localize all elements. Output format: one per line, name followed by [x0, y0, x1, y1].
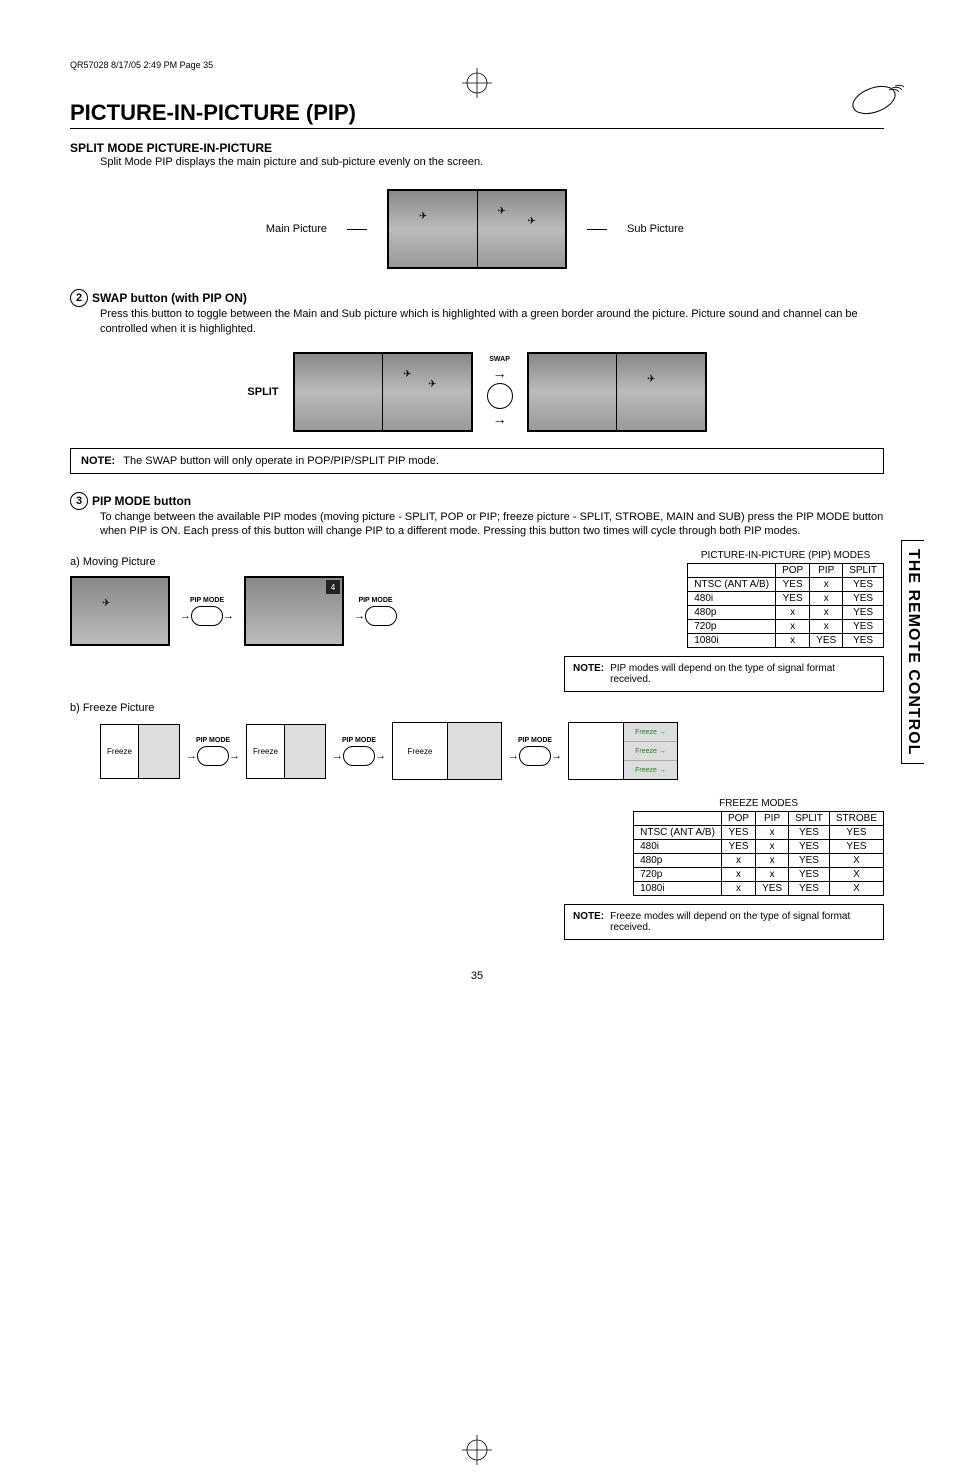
swap-before-box: ✈✈ [293, 352, 473, 432]
swap-after-box: ✈ [527, 352, 707, 432]
swap-heading: 2 SWAP button (with PIP ON) [70, 289, 884, 307]
split-mode-heading: SPLIT MODE PICTURE-IN-PICTURE [70, 141, 884, 155]
freeze-picture-label: b) Freeze Picture [70, 702, 884, 714]
corner-badge: 4 [326, 580, 340, 594]
pip-modes-table: PICTURE-IN-PICTURE (PIP) MODES POPPIPSPL… [687, 550, 884, 648]
page-title: PICTURE-IN-PICTURE (PIP) [70, 100, 884, 129]
pipmode-desc: To change between the available PIP mode… [100, 510, 884, 539]
freeze-illustration: Freeze PIP MODE→→ Freeze PIP MODE→→ Free… [100, 722, 884, 780]
swap-button-label: SWAP [489, 356, 510, 363]
swap-illustration: SPLIT ✈✈ SWAP → → ✈ [70, 352, 884, 432]
split-label: SPLIT [247, 386, 278, 398]
split-picture-box: ✈ ✈✈ [387, 189, 567, 269]
note-freeze-modes: NOTE: Freeze modes will depend on the ty… [564, 904, 884, 940]
note-pip-modes: NOTE: PIP modes will depend on the type … [564, 656, 884, 692]
page-number: 35 [70, 970, 884, 982]
split-mode-illustration: Main Picture ✈ ✈✈ Sub Picture [70, 189, 884, 269]
pipmode-heading: 3 PIP MODE button [70, 492, 884, 510]
note-swap: NOTE: The SWAP button will only operate … [70, 448, 884, 474]
freeze-modes-table: FREEZE MODES POPPIPSPLITSTROBE NTSC (ANT… [633, 798, 884, 896]
main-picture-label: Main Picture [237, 223, 327, 235]
registration-mark-icon [462, 1435, 492, 1465]
swap-desc: Press this button to toggle between the … [100, 307, 884, 336]
step-number-2: 2 [70, 289, 88, 307]
step-number-3: 3 [70, 492, 88, 510]
moving-picture-illustration: ✈ PIP MODE →→ 4 PIP MODE → [70, 576, 467, 646]
split-mode-desc: Split Mode PIP displays the main picture… [100, 155, 884, 169]
swap-button-icon [487, 383, 513, 409]
sub-picture-label: Sub Picture [627, 223, 717, 235]
moving-picture-label: a) Moving Picture [70, 556, 467, 568]
